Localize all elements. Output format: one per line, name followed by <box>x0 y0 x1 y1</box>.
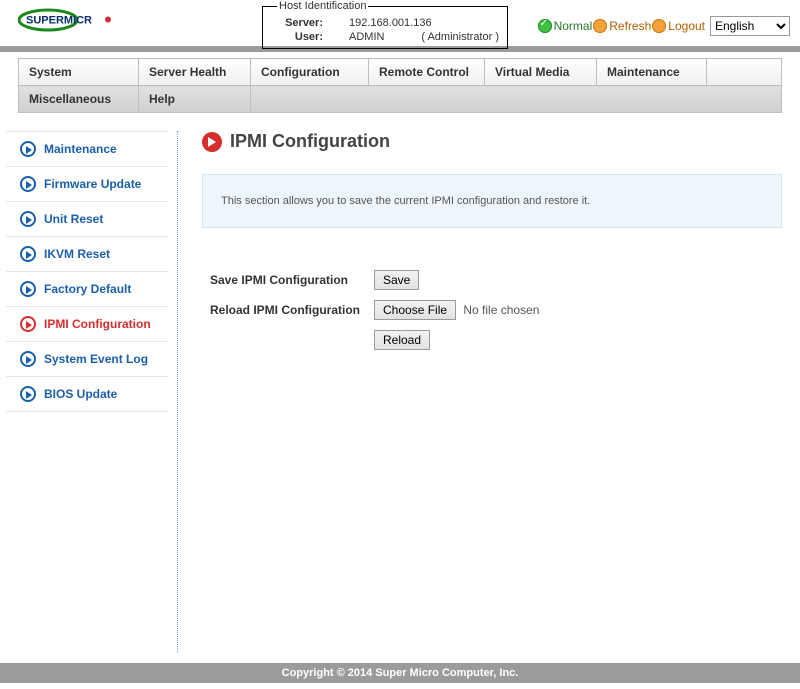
arrow-icon <box>20 176 36 192</box>
sidebar-item-maintenance[interactable]: Maintenance <box>6 131 169 167</box>
sidebar-item-label: IPMI Configuration <box>44 317 151 331</box>
sidebar-item-label: BIOS Update <box>44 387 117 401</box>
page-title: IPMI Configuration <box>230 131 390 152</box>
nav-maintenance[interactable]: Maintenance <box>597 59 707 86</box>
sidebar-item-label: Maintenance <box>44 142 117 156</box>
host-identification: Host Identification Server: 192.168.001.… <box>262 0 508 49</box>
sidebar-item-label: Firmware Update <box>44 177 141 191</box>
nav-remote-control[interactable]: Remote Control <box>369 59 485 86</box>
user-role: ( Administrator ) <box>417 31 499 43</box>
status-normal: Normal <box>553 19 594 33</box>
page-title-row: IPMI Configuration <box>202 131 782 152</box>
nav-system[interactable]: System <box>19 59 139 86</box>
logout-link[interactable]: Logout <box>667 19 706 33</box>
footer: Copyright © 2014 Super Micro Computer, I… <box>0 663 800 683</box>
sidebar-item-unit-reset[interactable]: Unit Reset <box>6 202 169 237</box>
user-label: User: <box>277 31 323 43</box>
nav-miscellaneous[interactable]: Miscellaneous <box>19 86 139 113</box>
nav-help[interactable]: Help <box>139 86 251 113</box>
sidebar-item-label: Factory Default <box>44 282 131 296</box>
sidebar-item-label: Unit Reset <box>44 212 103 226</box>
arrow-icon <box>20 351 36 367</box>
save-label: Save IPMI Configuration <box>204 266 366 294</box>
server-label: Server: <box>277 17 323 29</box>
nav-virtual-media[interactable]: Virtual Media <box>485 59 597 86</box>
save-button[interactable]: Save <box>374 270 419 290</box>
arrow-icon <box>20 246 36 262</box>
sidebar-item-firmware-update[interactable]: Firmware Update <box>6 167 169 202</box>
no-file-text: No file chosen <box>459 303 539 317</box>
sidebar-item-system-event-log[interactable]: System Event Log <box>6 342 169 377</box>
page-title-icon <box>202 132 222 152</box>
reload-label: Reload IPMI Configuration <box>204 296 366 324</box>
arrow-icon <box>20 386 36 402</box>
sidebar-item-label: IKVM Reset <box>44 247 110 261</box>
status-ok-icon <box>538 19 552 33</box>
nav-row2-blank <box>251 86 782 113</box>
reload-button[interactable]: Reload <box>374 330 430 350</box>
sidebar-item-ikvm-reset[interactable]: IKVM Reset <box>6 237 169 272</box>
arrow-icon <box>20 211 36 227</box>
choose-file-button[interactable]: Choose File <box>374 300 456 320</box>
host-legend: Host Identification <box>277 0 368 12</box>
supermicro-logo: SUPERMICR <box>18 6 128 34</box>
arrow-icon <box>20 316 36 332</box>
logout-icon <box>652 19 666 33</box>
info-box: This section allows you to save the curr… <box>202 174 782 228</box>
config-form: Save IPMI Configuration Save Reload IPMI… <box>202 264 547 356</box>
user-value: ADMIN <box>329 31 411 43</box>
main-nav: System Server Health Configuration Remot… <box>18 58 782 113</box>
sidebar: Maintenance Firmware Update Unit Reset IKVM… <box>6 131 178 653</box>
arrow-icon <box>20 141 36 157</box>
sidebar-item-ipmi-configuration[interactable]: IPMI Configuration <box>6 307 169 342</box>
sidebar-item-bios-update[interactable]: BIOS Update <box>6 377 169 412</box>
sidebar-item-factory-default[interactable]: Factory Default <box>6 272 169 307</box>
arrow-icon <box>20 281 36 297</box>
server-value: 192.168.001.136 <box>329 17 499 29</box>
refresh-icon <box>593 19 607 33</box>
nav-configuration[interactable]: Configuration <box>251 59 369 86</box>
language-select[interactable]: English <box>710 16 790 36</box>
svg-text:SUPERMICR: SUPERMICR <box>26 15 92 27</box>
refresh-link[interactable]: Refresh <box>608 19 652 33</box>
nav-blank <box>707 59 782 86</box>
sidebar-item-label: System Event Log <box>44 352 148 366</box>
nav-server-health[interactable]: Server Health <box>139 59 251 86</box>
